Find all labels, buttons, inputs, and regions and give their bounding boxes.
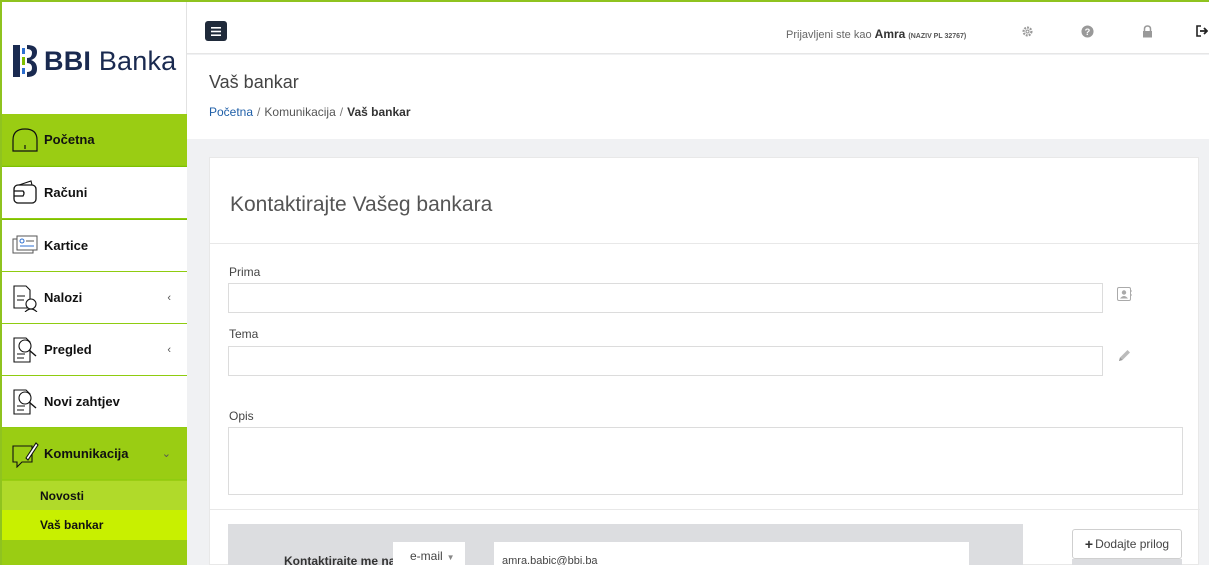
divider: [210, 243, 1200, 244]
sidebar-subitem-novosti[interactable]: Novosti: [2, 481, 187, 511]
wallet-icon: [10, 178, 40, 208]
sidebar-item-komunikacija[interactable]: Komunikacija ⌄: [2, 428, 187, 480]
contact-email-input[interactable]: [494, 542, 969, 565]
hamburger-icon: [211, 26, 221, 36]
orders-icon: [10, 283, 40, 313]
home-icon: [10, 125, 40, 155]
add-attachment-label: Dodajte prilog: [1095, 537, 1170, 551]
user-org: (NAZIV PL 32767): [908, 33, 967, 40]
contact-method-select[interactable]: e-mail ▼: [393, 542, 465, 565]
help-icon[interactable]: ?: [1080, 24, 1094, 38]
breadcrumb: Početna / Komunikacija / Vaš bankar: [209, 105, 410, 119]
sidebar-item-nalozi[interactable]: Nalozi ‹: [2, 272, 187, 324]
user-name: Amra: [874, 27, 906, 41]
lock-icon[interactable]: [1140, 24, 1154, 38]
contact-preference-bar: Kontaktirajte me na e-mail ▼: [228, 524, 1023, 565]
subject-label: Tema: [229, 327, 259, 341]
address-book-icon[interactable]: [1115, 285, 1133, 303]
sidebar: BBI Banka Početna Računi Kartice Nalozi …: [2, 2, 187, 565]
user-info: Prijavljeni ste kao Amra (NAZIV PL 32767…: [786, 27, 967, 41]
menu-toggle-button[interactable]: [205, 21, 227, 41]
sidebar-item-novi-zahtjev[interactable]: Novi zahtjev: [2, 376, 187, 428]
communication-icon: [10, 439, 40, 469]
contact-preference-label: Kontaktirajte me na: [284, 554, 396, 565]
divider: [210, 509, 1200, 510]
cards-icon: [10, 231, 40, 261]
bank-name: BBI Banka: [44, 45, 177, 76]
sidebar-item-label: Novi zahtjev: [44, 394, 120, 409]
contact-method-value: e-mail: [410, 549, 443, 563]
new-request-icon: [10, 387, 40, 417]
sidebar-item-label: Kartice: [44, 238, 89, 253]
breadcrumb-home-link[interactable]: Početna: [209, 105, 253, 119]
sidebar-subitem-label: Vaš bankar: [40, 518, 104, 532]
plus-icon: +: [1084, 536, 1094, 552]
breadcrumb-komunikacija-link[interactable]: Komunikacija: [264, 105, 335, 119]
sidebar-item-label: Pregled: [44, 342, 92, 357]
breadcrumb-current: Vaš bankar: [347, 105, 411, 119]
overview-icon: [10, 335, 40, 365]
logout-icon[interactable]: [1194, 24, 1208, 38]
settings-gear-icon[interactable]: [1020, 24, 1034, 38]
bank-logo[interactable]: BBI Banka: [12, 44, 176, 78]
bank-logo-icon: [12, 44, 38, 78]
logo-area: BBI Banka: [2, 2, 187, 114]
sidebar-item-pocetna[interactable]: Početna: [2, 114, 187, 166]
subject-input[interactable]: [228, 346, 1103, 376]
add-attachment-button[interactable]: + Dodajte prilog: [1072, 529, 1182, 559]
sidebar-item-label: Komunikacija: [44, 446, 129, 461]
recipient-label: Prima: [229, 265, 261, 279]
sidebar-subitem-vas-bankar[interactable]: Vaš bankar: [2, 510, 187, 540]
sidebar-item-racuni[interactable]: Računi: [2, 167, 187, 219]
sidebar-item-label: Početna: [44, 132, 95, 147]
sidebar-item-kartice[interactable]: Kartice: [2, 220, 187, 272]
page-title: Vaš bankar: [209, 72, 299, 92]
page-header: Vaš bankar Početna / Komunikacija / Vaš bank…: [187, 55, 1209, 139]
top-bar: Prijavljeni ste kao Amra (NAZIV PL 32767…: [187, 2, 1209, 54]
chevron-down-icon: ⌄: [161, 448, 171, 460]
breadcrumb-separator: /: [339, 105, 344, 119]
sidebar-item-pregled[interactable]: Pregled ‹: [2, 324, 187, 376]
card-title: Kontaktirajte Vašeg bankara: [230, 193, 493, 216]
description-textarea[interactable]: [228, 427, 1183, 495]
breadcrumb-separator: /: [257, 105, 261, 119]
recipient-input[interactable]: [228, 283, 1103, 313]
sidebar-subitem-label: Novosti: [40, 489, 85, 503]
description-label: Opis: [229, 409, 254, 423]
contact-banker-card: Kontaktirajte Vašeg bankara Prima Tema O…: [209, 157, 1200, 565]
attachment-area: [1072, 559, 1182, 565]
sidebar-item-label: Nalozi: [44, 290, 83, 305]
svg-text:?: ?: [1084, 26, 1090, 36]
chevron-left-icon: ‹: [167, 343, 171, 356]
pencil-icon[interactable]: [1115, 347, 1133, 365]
caret-down-icon: ▼: [446, 553, 455, 562]
chevron-left-icon: ‹: [167, 291, 171, 304]
sidebar-item-label: Računi: [44, 185, 88, 200]
